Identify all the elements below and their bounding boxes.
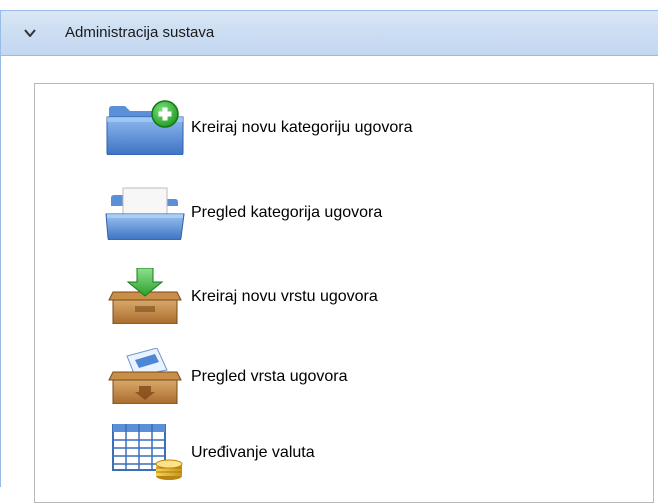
menu-item-label: Pregled kategorija ugovora [191,204,383,221]
panel-body: Kreiraj novu kategoriju ugovora Pregled … [1,56,658,503]
menu-item-label: Kreiraj novu kategoriju ugovora [191,119,413,136]
menu-item-view-categories[interactable]: Pregled kategorija ugovora [105,184,585,240]
menu-item-create-category[interactable]: Kreiraj novu kategoriju ugovora [105,99,585,155]
currency-table-icon [112,424,183,480]
menu-item-label: Pregled vrsta ugovora [191,368,348,385]
panel-header[interactable]: Administracija sustava [1,10,658,56]
menu-item-create-type[interactable]: Kreiraj novu vrstu ugovora [105,268,585,324]
chevron-down-icon[interactable] [23,26,37,40]
box-download-icon [108,268,182,324]
admin-panel: Administracija sustava Kreiraj novu kate… [0,10,658,503]
menu-item-label: Kreiraj novu vrstu ugovora [191,288,378,305]
menu-container: Kreiraj novu kategoriju ugovora Pregled … [34,83,654,503]
folder-open-icon [105,187,185,240]
box-view-icon [108,348,182,404]
menu-item-edit-currencies[interactable]: Uređivanje valuta [105,424,585,480]
folder-add-icon [106,100,184,155]
menu-item-view-types[interactable]: Pregled vrsta ugovora [105,348,585,404]
menu-item-label: Uređivanje valuta [191,444,315,461]
panel-title: Administracija sustava [65,24,215,41]
top-strip [0,0,658,10]
